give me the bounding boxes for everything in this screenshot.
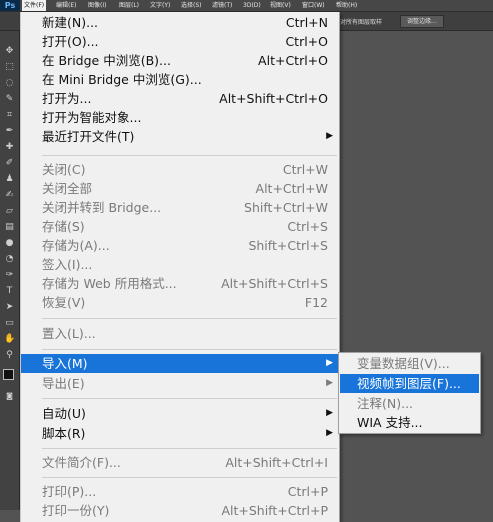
menu-select[interactable]: 选择(S) (179, 0, 204, 11)
photoshop-logo: Ps (0, 0, 20, 11)
menu-item-save[interactable]: 存储(S) Ctrl+S (21, 217, 339, 236)
refine-edge-button[interactable]: 调整边缘... (400, 15, 444, 28)
eyedropper-tool-icon[interactable]: ✒ (4, 126, 15, 137)
menu-filter[interactable]: 滤镜(T) (210, 0, 234, 11)
menu-item-scripts[interactable]: 脚本(R) ▶ (21, 424, 339, 443)
menu-layer[interactable]: 图层(L) (117, 0, 141, 11)
submenu-arrow-icon: ▶ (326, 428, 333, 438)
menu-separator (42, 155, 337, 156)
submenu-arrow-icon: ▶ (326, 408, 333, 418)
menu-item-file-info[interactable]: 文件简介(F)... Alt+Shift+Ctrl+I (21, 453, 339, 472)
menu-item-new[interactable]: 新建(N)... Ctrl+N (21, 13, 339, 32)
menu-view[interactable]: 视图(V) (268, 0, 293, 11)
file-menu-dropdown: 新建(N)... Ctrl+N 打开(O)... Ctrl+O 在 Bridge… (20, 12, 340, 522)
menu-separator (42, 349, 337, 350)
quick-select-tool-icon[interactable]: ✎ (4, 94, 15, 105)
menu-3d[interactable]: 3D(D) (241, 0, 263, 11)
menu-bar: Ps 文件(F) 编辑(E) 图像(I) 图层(L) 文字(Y) 选择(S) 滤… (0, 0, 493, 12)
path-select-tool-icon[interactable]: ➤ (4, 302, 15, 313)
sample-all-layers-label[interactable]: 对所有图层取样 (340, 17, 382, 26)
menu-item-close[interactable]: 关闭(C) Ctrl+W (21, 160, 339, 179)
healing-brush-tool-icon[interactable]: ✚ (4, 142, 15, 153)
submenu-arrow-icon: ▶ (326, 378, 333, 388)
menu-item-place[interactable]: 置入(L)... (21, 324, 339, 343)
brush-tool-icon[interactable]: ✐ (4, 158, 15, 169)
clone-stamp-tool-icon[interactable]: ♟ (4, 174, 15, 185)
menu-type[interactable]: 文字(Y) (148, 0, 172, 11)
zoom-tool-icon[interactable]: ⚲ (4, 350, 15, 361)
blur-tool-icon[interactable]: ● (4, 238, 15, 249)
submenu-arrow-icon: ▶ (326, 131, 333, 141)
menu-image[interactable]: 图像(I) (86, 0, 108, 11)
menu-separator (42, 318, 337, 319)
menu-item-open-as[interactable]: 打开为... Alt+Shift+Ctrl+O (21, 89, 339, 108)
menu-item-close-all[interactable]: 关闭全部 Alt+Ctrl+W (21, 179, 339, 198)
submenu-item-wia-support[interactable]: WIA 支持... (340, 413, 479, 432)
menu-help[interactable]: 帮助(H) (334, 0, 359, 11)
submenu-item-video-frames-to-layers[interactable]: 视频帧到图层(F)... (340, 374, 479, 393)
hand-tool-icon[interactable]: ✋ (4, 334, 15, 345)
menu-item-open-as-smart-object[interactable]: 打开为智能对象... (21, 108, 339, 127)
shape-tool-icon[interactable]: ▭ (4, 318, 15, 329)
menu-item-revert[interactable]: 恢复(V) F12 (21, 293, 339, 312)
menu-item-export[interactable]: 导出(E) ▶ (21, 374, 339, 393)
history-brush-tool-icon[interactable]: ✍ (4, 190, 15, 201)
menu-item-save-as[interactable]: 存储为(A)... Shift+Ctrl+S (21, 236, 339, 255)
tools-panel: ✥ ⬚ ◌ ✎ ⌗ ✒ ✚ ✐ ♟ ✍ ▱ ▤ ● ◔ ✑ T ➤ ▭ ✋ ⚲ … (0, 31, 20, 510)
menu-item-check-in[interactable]: 签入(I)... (21, 255, 339, 274)
menu-separator (42, 477, 337, 478)
foreground-color-swatch[interactable] (3, 369, 14, 380)
submenu-item-variable-data-sets[interactable]: 变量数据组(V)... (340, 354, 479, 373)
submenu-arrow-icon: ▶ (326, 358, 333, 368)
menu-item-print-one-copy[interactable]: 打印一份(Y) Alt+Shift+Ctrl+P (21, 501, 339, 520)
menu-edit[interactable]: 编辑(E) (54, 0, 78, 11)
move-tool-icon[interactable]: ✥ (4, 46, 15, 57)
menu-item-save-for-web[interactable]: 存储为 Web 所用格式... Alt+Shift+Ctrl+S (21, 274, 339, 293)
type-tool-icon[interactable]: T (4, 286, 15, 297)
menu-separator (42, 448, 337, 449)
menu-item-print[interactable]: 打印(P)... Ctrl+P (21, 482, 339, 501)
menu-item-automate[interactable]: 自动(U) ▶ (21, 404, 339, 423)
pen-tool-icon[interactable]: ✑ (4, 270, 15, 281)
menu-separator (42, 398, 337, 399)
import-submenu: 变量数据组(V)... 视频帧到图层(F)... 注释(N)... WIA 支持… (338, 352, 481, 434)
submenu-item-notes[interactable]: 注释(N)... (340, 394, 479, 413)
gradient-tool-icon[interactable]: ▤ (4, 222, 15, 233)
crop-tool-icon[interactable]: ⌗ (4, 110, 15, 121)
quick-mask-icon[interactable]: ◙ (4, 391, 15, 402)
menu-item-browse-in-bridge[interactable]: 在 Bridge 中浏览(B)... Alt+Ctrl+O (21, 51, 339, 70)
menu-item-browse-in-mini-bridge[interactable]: 在 Mini Bridge 中浏览(G)... (21, 70, 339, 89)
marquee-tool-icon[interactable]: ⬚ (4, 62, 15, 73)
menu-item-open[interactable]: 打开(O)... Ctrl+O (21, 32, 339, 51)
eraser-tool-icon[interactable]: ▱ (4, 206, 15, 217)
menu-file[interactable]: 文件(F) (22, 0, 47, 11)
menu-item-close-and-go-to-bridge[interactable]: 关闭并转到 Bridge... Shift+Ctrl+W (21, 198, 339, 217)
menu-item-open-recent[interactable]: 最近打开文件(T) ▶ (21, 127, 339, 146)
menu-window[interactable]: 窗口(W) (300, 0, 327, 11)
lasso-tool-icon[interactable]: ◌ (4, 78, 15, 89)
dodge-tool-icon[interactable]: ◔ (4, 254, 15, 265)
menu-item-import[interactable]: 导入(M) ▶ (21, 354, 339, 373)
